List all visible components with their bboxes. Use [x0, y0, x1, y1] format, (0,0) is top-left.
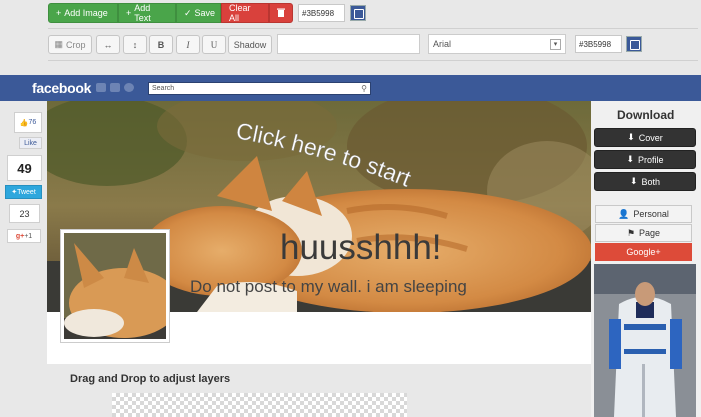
- download-profile-label: Profile: [638, 154, 664, 165]
- layers-title: Drag and Drop to adjust layers: [70, 373, 231, 385]
- color-hex-value: #3B5998: [302, 8, 335, 18]
- click-here-text-path: Click here to start: [234, 118, 415, 192]
- add-image-label: Add Image: [64, 8, 108, 18]
- clear-all-label: Clear All: [229, 3, 251, 23]
- tweet-label: Tweet: [17, 188, 36, 196]
- facebook-search-input[interactable]: Search ⚲: [148, 82, 371, 95]
- add-image-button[interactable]: + Add Image: [48, 3, 118, 23]
- bold-label: B: [157, 39, 165, 50]
- text-color-hex-value: #3B5998: [579, 39, 612, 49]
- search-icon: ⚲: [361, 84, 367, 93]
- crop-button[interactable]: ▦ Crop: [48, 35, 92, 54]
- vertical-arrows-icon: ↕: [132, 39, 138, 50]
- plus-icon: +: [126, 8, 132, 18]
- italic-label: I: [186, 39, 190, 50]
- underline-button[interactable]: U: [202, 35, 226, 54]
- toolbar-divider: [48, 60, 698, 61]
- underline-label: U: [210, 39, 218, 50]
- cover-headline[interactable]: huusshhh!: [280, 228, 442, 268]
- download-cover-button[interactable]: ⬇ Cover: [594, 128, 696, 147]
- stretch-width-button[interactable]: ↔: [96, 35, 120, 54]
- like-label: Like: [24, 139, 37, 147]
- cover-subline[interactable]: Do not post to my wall. i am sleeping: [190, 277, 467, 297]
- crop-label: Crop: [66, 39, 86, 50]
- grid-icon: ▦: [54, 39, 63, 49]
- globe-icon: [124, 83, 134, 92]
- google-plus-button[interactable]: Google+: [595, 243, 692, 261]
- plus-icon: +: [56, 8, 62, 18]
- stretch-height-button[interactable]: ↕: [123, 35, 147, 54]
- personal-label: Personal: [633, 209, 669, 219]
- tweet-count-box: 23: [9, 204, 40, 223]
- download-icon: ⬇: [626, 154, 635, 164]
- profile-picture[interactable]: [60, 229, 170, 343]
- like-count-box[interactable]: 👍 76: [14, 112, 42, 133]
- color-picker-swatch[interactable]: [350, 5, 366, 21]
- download-profile-button[interactable]: ⬇ Profile: [594, 150, 696, 169]
- toolbar-primary: + Add Image + Add Text ✓ Save Clear All: [48, 3, 293, 23]
- facebook-notification-icons: [96, 83, 134, 92]
- download-icon: ⬇: [627, 132, 635, 142]
- color-hex-input[interactable]: #3B5998: [298, 4, 345, 22]
- shadow-button[interactable]: Shadow: [228, 35, 272, 54]
- tweet-count: 23: [19, 208, 30, 219]
- search-placeholder: Search: [152, 85, 175, 92]
- toolbar-divider: [48, 28, 698, 29]
- delete-button[interactable]: [269, 3, 293, 23]
- save-button[interactable]: ✓ Save: [176, 3, 221, 23]
- google-plus-label: Google+: [626, 247, 661, 257]
- personal-button[interactable]: 👤 Personal: [595, 205, 692, 223]
- trash-icon: [277, 8, 285, 19]
- thumbs-up-icon: 👍: [19, 119, 29, 127]
- download-both-label: Both: [641, 176, 661, 187]
- gplus-label: +1: [24, 232, 33, 240]
- add-text-button[interactable]: + Add Text: [118, 3, 176, 23]
- like-button[interactable]: Like: [19, 137, 42, 149]
- font-select-value: Arial: [433, 39, 452, 49]
- text-color-hex-input[interactable]: #3B5998: [575, 35, 622, 53]
- share-count: 49: [17, 160, 32, 176]
- horizontal-arrows-icon: ↔: [103, 39, 113, 50]
- advertisement-image[interactable]: [594, 264, 696, 417]
- like-count: 76: [28, 119, 37, 126]
- download-title: Download: [617, 108, 675, 122]
- italic-button[interactable]: I: [176, 35, 200, 54]
- flag-icon: ⚑: [626, 227, 636, 238]
- google-plus-one-button[interactable]: g+ +1: [7, 229, 41, 243]
- text-color-picker-swatch[interactable]: [626, 36, 642, 52]
- svg-text:Click here to start: Click here to start: [234, 118, 415, 192]
- page-label: Page: [639, 228, 661, 238]
- friends-icon: [96, 83, 106, 92]
- layers-list[interactable]: [112, 393, 407, 417]
- download-cover-label: Cover: [638, 132, 663, 143]
- shadow-label: Shadow: [233, 39, 267, 50]
- click-here-to-start-text[interactable]: Click here to start: [225, 118, 465, 208]
- text-input[interactable]: [277, 34, 420, 54]
- font-select[interactable]: Arial ▾: [428, 34, 566, 54]
- tweet-button[interactable]: ✦ Tweet: [5, 185, 42, 199]
- google-plus-icon: g+: [15, 232, 25, 240]
- download-icon: ⬇: [629, 176, 638, 186]
- download-both-button[interactable]: ⬇ Both: [594, 172, 696, 191]
- save-label: Save: [194, 8, 216, 18]
- bold-button[interactable]: B: [149, 35, 173, 54]
- check-icon: ✓: [184, 7, 192, 18]
- share-count-box: 49: [7, 155, 42, 181]
- add-text-label: Add Text: [134, 3, 151, 23]
- chevron-down-icon: ▾: [550, 38, 561, 50]
- user-icon: 👤: [618, 208, 630, 219]
- page-button[interactable]: ⚑ Page: [595, 224, 692, 242]
- facebook-logo: facebook: [32, 80, 92, 96]
- profile-picture-image: [64, 233, 166, 339]
- messages-icon: [110, 83, 120, 92]
- clear-all-button[interactable]: Clear All: [221, 3, 269, 23]
